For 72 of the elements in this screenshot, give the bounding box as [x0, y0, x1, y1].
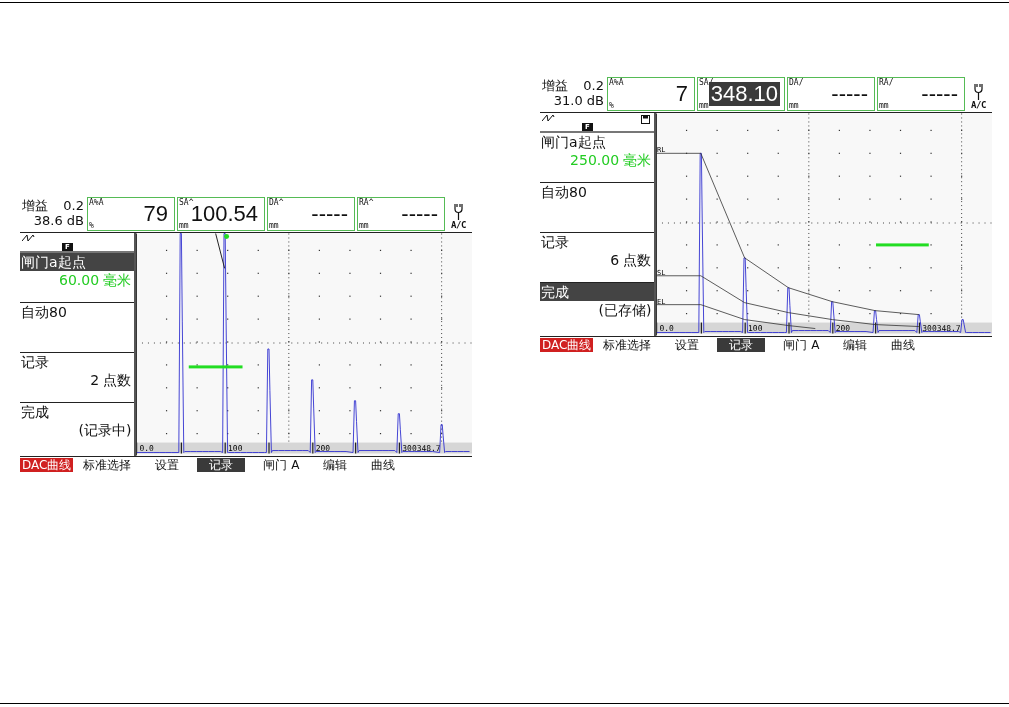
- softkey[interactable]: 设置: [669, 338, 706, 352]
- reading-unit: mm: [179, 221, 189, 230]
- softkey[interactable]: 标准选择: [77, 458, 138, 472]
- reading-label: DA/: [789, 78, 804, 87]
- reading-value: 348.10: [708, 82, 780, 106]
- softkey[interactable]: 曲线: [885, 338, 922, 352]
- reading-label: DA^: [269, 198, 284, 207]
- mode-title: DAC曲线: [540, 338, 594, 352]
- gain-label: 增益: [22, 198, 48, 213]
- reading-value: -----: [310, 202, 349, 226]
- gate-bar: [875, 243, 929, 247]
- reading-unit: %: [89, 221, 94, 230]
- reading-label: RA/: [879, 78, 894, 87]
- reading-value: -----: [400, 202, 439, 226]
- scale-label: 0.0: [659, 323, 674, 333]
- reading-value: 79: [142, 202, 169, 226]
- menu-item[interactable]: 完成: [540, 283, 654, 301]
- reading-unit: mm: [269, 221, 279, 230]
- power-label: A/C: [451, 220, 466, 230]
- menu-value: 60.00 毫米: [57, 271, 133, 289]
- waveform-icon: [542, 114, 556, 122]
- reading-label: RA^: [359, 198, 374, 207]
- reading-label: A%A: [609, 78, 624, 87]
- menu-item[interactable]: 记录: [20, 353, 134, 371]
- menu-value: (记录中): [77, 421, 133, 439]
- menu-value: 6 点数: [609, 251, 653, 269]
- menu-item[interactable]: 完成: [20, 403, 134, 421]
- softkey[interactable]: 记录: [197, 458, 246, 472]
- scale-label: 100: [227, 443, 242, 453]
- menu-item[interactable]: 闸门a起点: [540, 133, 654, 151]
- menu-value: 2 点数: [89, 371, 133, 389]
- reading-unit: mm: [879, 101, 889, 110]
- menu-value: 250.00 毫米: [569, 151, 653, 169]
- scale-label: 100: [747, 323, 762, 333]
- softkey[interactable]: 曲线: [365, 458, 402, 472]
- scale-label: 0.0: [139, 443, 154, 453]
- gain-step: 0.2: [63, 198, 84, 213]
- scale-label: 200: [315, 443, 330, 453]
- menu-item[interactable]: 闸门a起点: [20, 253, 134, 271]
- gain-step: 0.2: [583, 78, 604, 93]
- menu-value: (已存储): [597, 301, 653, 319]
- plug-icon: [454, 204, 463, 220]
- softkey[interactable]: 设置: [149, 458, 186, 472]
- reading-unit: mm: [359, 221, 369, 230]
- reading-unit: mm: [789, 101, 799, 110]
- menu-item[interactable]: 自动80: [20, 303, 134, 321]
- gain-label: 增益: [542, 78, 568, 93]
- softkey[interactable]: 记录: [717, 338, 766, 352]
- reading-label: A%A: [89, 198, 104, 207]
- mode-title: DAC曲线: [20, 458, 74, 472]
- reading-value: -----: [920, 82, 959, 106]
- softkey[interactable]: 闸门 A: [257, 458, 306, 472]
- gate-marker-icon: [223, 234, 229, 239]
- reading-value: 7: [674, 82, 689, 106]
- softkey[interactable]: 编辑: [317, 458, 354, 472]
- reading-value: -----: [830, 82, 869, 106]
- softkey[interactable]: 闸门 A: [777, 338, 826, 352]
- waveform-icon: [22, 234, 36, 242]
- reading-unit: %: [609, 101, 614, 110]
- softkey[interactable]: 编辑: [837, 338, 874, 352]
- gain-value: 31.0 dB: [552, 93, 604, 108]
- plug-icon: [974, 84, 983, 100]
- menu-item[interactable]: 自动80: [540, 183, 654, 201]
- scale-label: 200: [835, 323, 850, 333]
- gain-value: 38.6 dB: [32, 213, 84, 228]
- scale-label: 300348.7: [401, 443, 441, 453]
- reading-unit: mm: [699, 101, 709, 110]
- softkey[interactable]: 标准选择: [597, 338, 658, 352]
- menu-item[interactable]: 记录: [540, 233, 654, 251]
- power-label: A/C: [971, 100, 986, 110]
- scale-label: 300348.7: [921, 323, 961, 333]
- gate-bar: [188, 365, 243, 369]
